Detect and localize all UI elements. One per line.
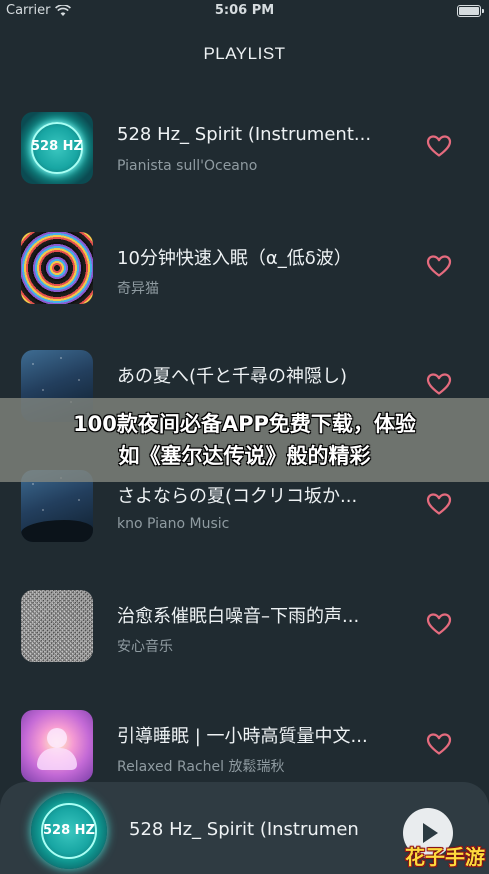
track-title: 引導睡眠 | 一小時高質量中文... <box>117 726 368 747</box>
track-artist: kno Piano Music <box>117 516 230 532</box>
artwork-label: 528 HZ <box>43 823 95 838</box>
heart-outline-icon[interactable] <box>426 732 452 756</box>
overlay-banner: 100款夜间必备APP免费下载，体验 如《塞尔达传说》般的精彩 <box>0 398 489 482</box>
banner-line-2: 如《塞尔达传说》般的精彩 <box>118 444 371 468</box>
track-artwork <box>21 710 93 782</box>
heart-outline-icon[interactable] <box>426 612 452 636</box>
watermark-logo: 花子手游 <box>405 845 485 869</box>
heart-outline-icon[interactable] <box>426 134 452 158</box>
track-item[interactable]: さよならの夏(コクリコ坂か... kno Piano Music <box>0 470 489 590</box>
track-title: 治愈系催眠白噪音–下雨的声... <box>117 606 360 627</box>
track-item[interactable]: 治愈系催眠白噪音–下雨的声... 安心音乐 <box>0 590 489 710</box>
heart-outline-icon[interactable] <box>426 492 452 516</box>
track-artwork <box>21 232 93 304</box>
artwork-hill <box>21 520 93 542</box>
track-title: さよならの夏(コクリコ坂か... <box>117 486 358 507</box>
artwork-figure-body <box>37 748 77 770</box>
banner-line-1: 100款夜间必备APP免费下载，体验 <box>73 412 416 436</box>
page-title: PLAYLIST <box>203 44 286 63</box>
artwork-label: 528 HZ <box>31 139 83 154</box>
track-title: 10分钟快速入眠（α_低δ波） <box>117 248 352 269</box>
track-title: 528 Hz_ Spirit (Instrument... <box>117 124 372 145</box>
heart-outline-icon[interactable] <box>426 372 452 396</box>
battery-icon <box>457 5 484 17</box>
track-title: あの夏へ(千と千尋の神隠し) <box>117 366 348 387</box>
track-item[interactable]: 10分钟快速入眠（α_低δ波） 奇异猫 <box>0 232 489 352</box>
track-artist: Pianista sull'Oceano <box>117 158 258 174</box>
heart-outline-icon[interactable] <box>426 254 452 278</box>
status-time: 5:06 PM <box>214 3 275 18</box>
now-playing-artwork: 528 HZ <box>31 793 107 869</box>
track-artist: 安心音乐 <box>117 639 173 655</box>
track-item[interactable]: 528 HZ 528 Hz_ Spirit (Instrument... Pia… <box>0 112 489 232</box>
status-bar: Carrier 5:06 PM <box>0 0 489 22</box>
now-playing-title: 528 Hz_ Spirit (Instrumen <box>129 819 359 840</box>
track-artwork: 528 HZ <box>21 112 93 184</box>
track-artist: Relaxed Rachel 放鬆瑞秋 <box>117 759 285 775</box>
artwork-figure-head <box>47 728 67 748</box>
track-artwork <box>21 590 93 662</box>
track-artist: 奇异猫 <box>117 281 159 297</box>
